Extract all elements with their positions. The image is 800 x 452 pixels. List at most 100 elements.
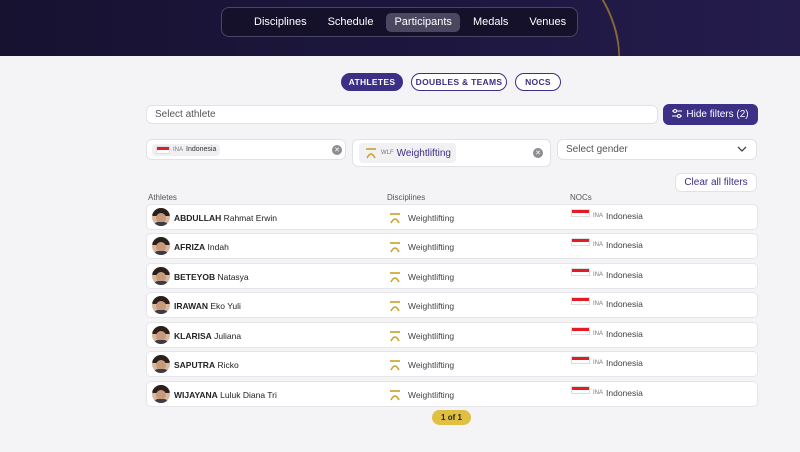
table-row[interactable]: IRAWAN Eko Yuli Weightlifting INA Indonesia [146,292,758,318]
noc-filter[interactable]: INA Indonesia ✕ [146,139,346,160]
noc-label: Indonesia [606,358,643,368]
athlete-avatar [152,296,170,314]
noc-chip-label: Indonesia [186,146,217,153]
nav-venues[interactable]: Venues [521,13,574,32]
noc-code: INA [593,390,604,396]
athlete-avatar [152,237,170,255]
athlete-discipline: Weightlifting [388,240,454,254]
athlete-discipline: Weightlifting [388,270,454,284]
weightlifting-icon [388,299,402,313]
table-row[interactable]: BETEYOB Natasya Weightlifting INA Indonesia [146,263,758,289]
noc-code: INA [593,360,604,366]
noc-label: Indonesia [606,211,643,221]
athlete-avatar [152,326,170,344]
noc-chip-code: INA [173,146,184,153]
noc-filter-chip: INA Indonesia [152,143,221,156]
athlete-name[interactable]: BETEYOB Natasya [174,272,249,282]
weightlifting-icon [364,146,378,160]
athlete-name[interactable]: ABDULLAH Rahmat Erwin [174,213,277,223]
athlete-name[interactable]: SAPUTRA Ricko [174,360,239,370]
indonesia-flag-icon [571,297,590,305]
athlete-name[interactable]: AFRIZA Indah [174,242,229,252]
athlete-surname: ABDULLAH [174,213,222,223]
athlete-discipline: Weightlifting [388,211,454,225]
athlete-given-name: Juliana [214,331,242,341]
athlete-noc: INA Indonesia [571,356,643,368]
nav-participants[interactable]: Participants [386,12,460,32]
athlete-noc: INA Indonesia [571,268,643,280]
athlete-surname: BETEYOB [174,272,216,282]
discipline-chip-code: WLF [381,150,394,156]
athlete-surname: KLARISA [174,331,212,341]
athlete-surname: WIJAYANA [174,390,218,400]
nav-schedule[interactable]: Schedule [320,13,382,32]
discipline-filter[interactable]: WLF Weightlifting ✕ [352,139,551,167]
athlete-name[interactable]: IRAWAN Eko Yuli [174,301,241,311]
indonesia-flag-icon [571,268,590,276]
weightlifting-icon [388,358,402,372]
athlete-surname: SAPUTRA [174,360,216,370]
athlete-surname: IRAWAN [174,301,208,311]
athlete-search-input[interactable]: Select athlete [146,105,658,124]
athlete-given-name: Natasya [217,272,249,282]
noc-label: Indonesia [606,329,643,339]
athlete-name[interactable]: WIJAYANA Luluk Diana Tri [174,390,277,400]
clear-all-filters-button[interactable]: Clear all filters [675,173,757,192]
pagination-indicator: 1 of 1 [432,410,471,425]
athlete-given-name: Indah [207,242,229,252]
noc-code: INA [593,331,604,337]
athlete-discipline: Weightlifting [388,358,454,372]
weightlifting-icon [388,388,402,402]
column-header-athletes: Athletes [148,193,177,202]
table-row[interactable]: SAPUTRA Ricko Weightlifting INA Indonesia [146,351,758,377]
discipline-label: Weightlifting [408,331,455,341]
athlete-noc: INA Indonesia [571,297,643,309]
discipline-label: Weightlifting [408,301,455,311]
noc-code: INA [593,213,604,219]
athlete-given-name: Luluk Diana Tri [220,390,277,400]
weightlifting-icon [388,211,402,225]
indonesia-flag-icon [571,238,590,246]
noc-code: INA [593,272,604,278]
athlete-avatar [152,267,170,285]
tab-doubles-teams[interactable]: DOUBLES & TEAMS [411,73,507,91]
tab-athletes[interactable]: ATHLETES [341,73,403,91]
table-row[interactable]: KLARISA Juliana Weightlifting INA Indonesia [146,322,758,348]
gender-select-placeholder: Select gender [566,144,628,155]
athlete-avatar [152,208,170,226]
athlete-name[interactable]: KLARISA Juliana [174,331,241,341]
discipline-label: Weightlifting [408,360,455,370]
main-nav: Disciplines Schedule Participants Medals… [221,7,578,37]
athlete-discipline: Weightlifting [388,388,454,402]
weightlifting-icon [388,240,402,254]
athlete-discipline: Weightlifting [388,299,454,313]
column-header-nocs: NOCs [570,193,592,202]
discipline-label: Weightlifting [408,242,455,252]
gender-select[interactable]: Select gender [557,139,757,160]
athlete-noc: INA Indonesia [571,238,643,250]
nav-disciplines[interactable]: Disciplines [246,13,315,32]
athlete-noc: INA Indonesia [571,386,643,398]
weightlifting-icon [388,329,402,343]
noc-code: INA [593,242,604,248]
table-row[interactable]: ABDULLAH Rahmat Erwin Weightlifting INA Ind… [146,204,758,230]
athlete-given-name: Eko Yuli [210,301,241,311]
noc-code: INA [593,301,604,307]
tab-nocs[interactable]: NOCS [515,73,561,91]
indonesia-flag-icon [571,356,590,364]
table-row[interactable]: AFRIZA Indah Weightlifting INA Indonesia [146,233,758,259]
nav-medals[interactable]: Medals [465,13,516,32]
clear-discipline-filter-icon[interactable]: ✕ [533,148,543,158]
noc-label: Indonesia [606,240,643,250]
athlete-avatar [152,355,170,373]
table-row[interactable]: WIJAYANA Luluk Diana Tri Weightlifting INA… [146,381,758,407]
discipline-filter-chip: WLF Weightlifting [359,143,456,163]
athlete-given-name: Rahmat Erwin [223,213,277,223]
indonesia-flag-icon [156,145,170,154]
clear-noc-filter-icon[interactable]: ✕ [332,145,342,155]
sliders-icon [672,108,683,121]
column-header-disciplines: Disciplines [387,193,426,202]
athlete-noc: INA Indonesia [571,209,643,221]
hide-filters-button[interactable]: Hide filters (2) [663,104,758,125]
discipline-label: Weightlifting [408,272,455,282]
